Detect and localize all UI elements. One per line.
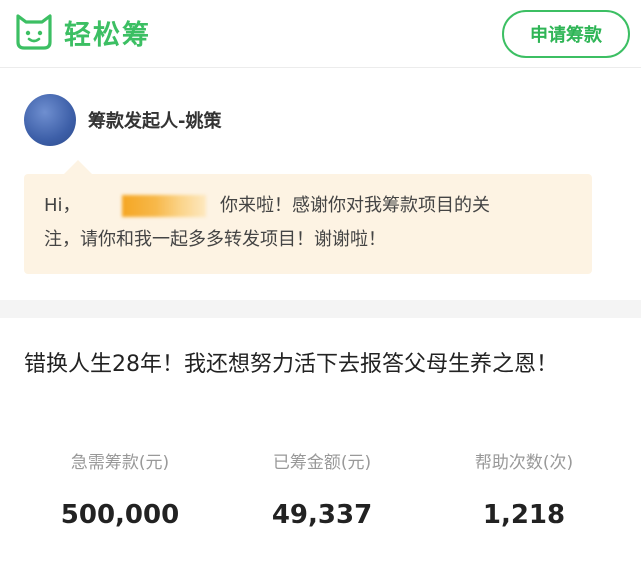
- section-divider: [0, 300, 641, 318]
- message-text-2: 注，请你和我一起多多转发项目！谢谢啦！: [44, 229, 386, 250]
- stat-raised: 已筹金额(元) 49,337: [222, 448, 422, 530]
- stats-row: 急需筹款(元) 500,000 已筹金额(元) 49,337 帮助次数(次) 1…: [0, 448, 641, 558]
- stat-label: 帮助次数(次): [474, 453, 574, 473]
- message-text-1: 你来啦！感谢你对我筹款项目的关: [220, 195, 490, 216]
- logo[interactable]: 轻松筹: [14, 12, 151, 52]
- app-name: 轻松筹: [64, 19, 151, 51]
- message-greeting: Hi，: [44, 195, 81, 216]
- message-line-2: 注，请你和我一起多多转发项目！谢谢啦！: [44, 223, 572, 257]
- stat-value: 500,000: [60, 500, 180, 530]
- stat-target: 急需筹款(元) 500,000: [20, 448, 220, 530]
- stat-label: 已筹金额(元): [272, 453, 372, 473]
- welcome-message-bubble: Hi， 你来啦！感谢你对我筹款项目的关 注，请你和我一起多多转发项目！谢谢啦！: [24, 160, 592, 274]
- stat-supporters: 帮助次数(次) 1,218: [424, 448, 624, 530]
- organizer-name: 筹款发起人-姚策: [88, 111, 222, 132]
- avatar-icon[interactable]: [24, 94, 76, 146]
- stat-label: 急需筹款(元): [70, 453, 170, 473]
- blurred-username: [122, 195, 206, 217]
- app-header: 轻松筹 申请筹款: [0, 0, 641, 68]
- organizer-row[interactable]: 筹款发起人-姚策: [24, 94, 221, 146]
- campaign-title: 错换人生28年！我还想努力活下去报答父母生养之恩！: [24, 352, 558, 377]
- stat-value: 1,218: [482, 500, 566, 530]
- apply-fundraising-button[interactable]: 申请筹款: [502, 10, 630, 58]
- message-line-1: Hi， 你来啦！感谢你对我筹款项目的关: [44, 189, 572, 223]
- cat-logo-icon: [16, 14, 52, 50]
- stat-value: 49,337: [271, 500, 373, 530]
